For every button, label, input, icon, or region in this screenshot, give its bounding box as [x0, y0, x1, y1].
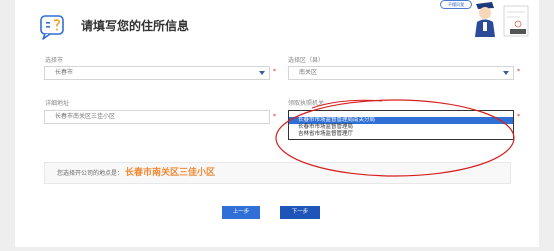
edit-info-icon: [40, 15, 64, 40]
required-mark: *: [517, 113, 520, 120]
authority-label: 领取执照机关: [288, 100, 325, 107]
district-select[interactable]: 南关区: [288, 66, 514, 80]
help-bubble[interactable]: 不懂问我: [440, 0, 472, 9]
required-mark: *: [273, 113, 276, 120]
required-mark: *: [273, 68, 276, 75]
address-placeholder: 长春市南关区三佳小区: [55, 113, 116, 120]
city-label: 选择市: [45, 57, 64, 64]
selected-location-summary: 您选择开公司的地点是： 长春市南关区三佳小区: [44, 162, 511, 184]
page-title: 请填写您的住所信息: [81, 19, 190, 33]
authority-listbox[interactable]: 长春市市场监督管理局南关分局 长春市市场监督管理局 吉林省市场监督管理厅: [288, 110, 514, 140]
city-select[interactable]: 长春市: [44, 66, 270, 80]
chevron-down-icon: [259, 71, 265, 75]
chevron-down-icon: [503, 71, 509, 75]
address-input[interactable]: 长春市南关区三佳小区: [44, 110, 270, 124]
authority-option-nanguan[interactable]: 长春市市场监督管理局南关分局: [289, 117, 513, 124]
help-mascot[interactable]: 不懂问我: [440, 0, 532, 37]
officer-mascot-icon: [475, 2, 529, 37]
address-label: 详细地址: [45, 100, 70, 107]
summary-prefix: 您选择开公司的地点是：: [57, 170, 124, 177]
city-select-value: 长春市: [55, 69, 74, 76]
district-label: 选择区（县）: [288, 57, 325, 64]
prev-step-button[interactable]: 上一步: [222, 206, 260, 219]
next-step-button[interactable]: 下一步: [280, 206, 320, 219]
authority-option-changchun[interactable]: 长春市市场监督管理局: [289, 124, 513, 131]
required-mark: *: [517, 68, 520, 75]
district-select-value: 南关区: [299, 69, 318, 76]
authority-option-jilin[interactable]: 吉林省市场监督管理厅: [289, 131, 513, 138]
summary-address: 长春市南关区三佳小区: [125, 168, 216, 178]
